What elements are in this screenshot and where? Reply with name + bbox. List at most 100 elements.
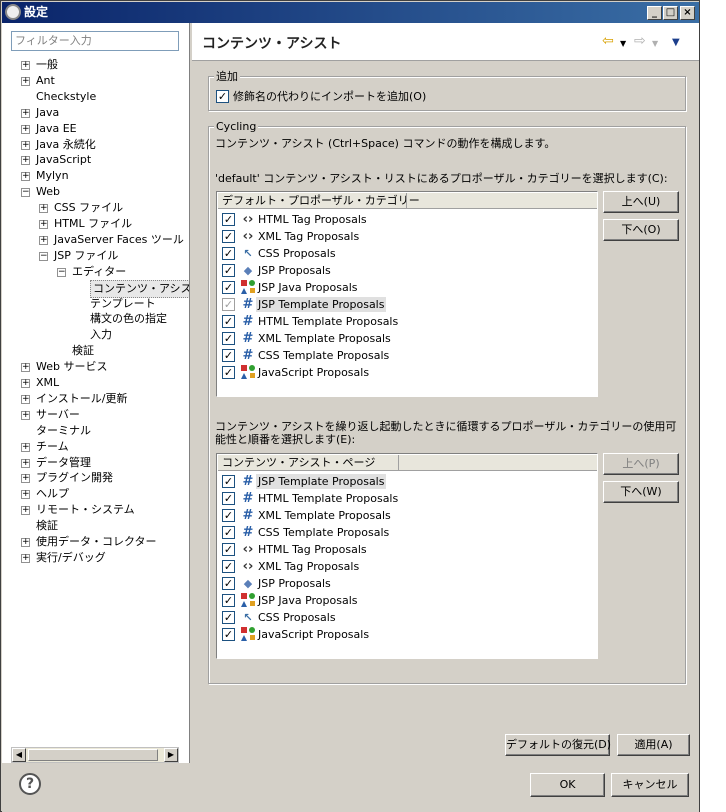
tree-item[interactable]: + JavaScript [2, 152, 189, 168]
tree-item[interactable]: コンテンツ・アシスト [2, 279, 206, 298]
list-item[interactable]: ✓ ◆ JSP Proposals [222, 262, 592, 279]
list-item[interactable]: ✓ ↖ CSS Proposals [222, 245, 592, 262]
move-up-cycle-button[interactable]: 上へ(P) [603, 453, 679, 475]
back-dropdown-icon[interactable]: ▼ [620, 37, 626, 51]
tree-item[interactable]: ターミナル [2, 423, 189, 439]
list-item[interactable]: ✓ # JSP Template Proposals [222, 296, 592, 313]
tree-item[interactable]: + Web サービス [2, 359, 189, 375]
list-item[interactable]: ✓ ‹› HTML Tag Proposals [222, 211, 592, 228]
item-checkbox[interactable]: ✓ [222, 366, 235, 379]
list-item[interactable]: ✓ ‹› XML Tag Proposals [222, 558, 592, 575]
expand-icon[interactable]: + [39, 204, 48, 214]
list-item[interactable]: ✓ ◆ JSP Proposals [222, 575, 592, 592]
column-separator[interactable] [398, 455, 399, 471]
expand-icon[interactable]: + [21, 394, 30, 404]
expand-icon[interactable]: + [21, 156, 30, 166]
tree-item[interactable]: + JavaServer Faces ツール [2, 232, 189, 248]
tree-item[interactable]: + プラグイン開発 [2, 470, 189, 486]
view-menu-icon[interactable]: ▼ [672, 36, 680, 50]
tree-item[interactable]: テンプレート [2, 296, 189, 312]
list-item[interactable]: ✓ JSP Java Proposals [222, 279, 592, 296]
item-checkbox[interactable]: ✓ [222, 315, 235, 328]
tree-item[interactable]: + 実行/デバッグ [2, 550, 189, 566]
item-checkbox[interactable]: ✓ [222, 577, 235, 590]
item-checkbox[interactable]: ✓ [222, 560, 235, 573]
title-bar[interactable]: 設定 _ □ × [2, 2, 699, 23]
add-import-checkbox[interactable]: ✓ [216, 90, 229, 103]
expand-icon[interactable]: + [21, 506, 30, 516]
minimize-button[interactable]: _ [647, 6, 662, 20]
expand-icon[interactable]: + [21, 140, 30, 150]
list-item[interactable]: ✓ ↖ CSS Proposals [222, 609, 592, 626]
default-proposal-list[interactable]: デフォルト・プロポーザル・カテゴリー ✓ ‹› HTML Tag Proposals… [216, 191, 598, 397]
cycle-list-header[interactable]: コンテンツ・アシスト・ページ [218, 455, 597, 471]
tree-item[interactable]: + データ管理 [2, 455, 189, 471]
tree-item[interactable]: 構文の色の指定 [2, 311, 189, 327]
restore-defaults-button[interactable]: デフォルトの復元(D) [505, 734, 611, 756]
forward-arrow-icon[interactable]: ⇨ [634, 34, 646, 48]
move-down-button[interactable]: 下へ(O) [603, 219, 679, 241]
expand-icon[interactable]: + [21, 108, 30, 118]
tree-item[interactable]: + Java [2, 105, 189, 121]
tree-item[interactable]: − Web [2, 184, 189, 200]
list-item[interactable]: ✓ # HTML Template Proposals [222, 313, 592, 330]
item-checkbox[interactable]: ✓ [222, 611, 235, 624]
tree-item[interactable]: + CSS ファイル [2, 200, 189, 216]
tree-item[interactable]: + Java EE [2, 121, 189, 137]
scroll-thumb[interactable] [28, 749, 158, 761]
item-checkbox[interactable]: ✓ [222, 230, 235, 243]
expand-icon[interactable]: + [21, 363, 30, 373]
expand-icon[interactable]: + [21, 61, 30, 70]
tree-item[interactable]: + 一般 [2, 57, 189, 73]
list-item[interactable]: ✓ JavaScript Proposals [222, 626, 592, 643]
cancel-button[interactable]: キャンセル [611, 773, 689, 797]
expand-icon[interactable]: + [21, 442, 30, 452]
move-down-cycle-button[interactable]: 下へ(W) [603, 481, 679, 503]
item-checkbox[interactable]: ✓ [222, 281, 235, 294]
item-checkbox[interactable]: ✓ [222, 492, 235, 505]
expand-icon[interactable]: + [21, 538, 30, 547]
expand-icon[interactable]: + [21, 553, 30, 563]
help-icon[interactable]: ? [19, 773, 41, 795]
expand-icon[interactable]: + [21, 76, 30, 86]
scroll-left-arrow-icon[interactable]: ◀ [12, 748, 26, 762]
tree-item[interactable]: + XML [2, 375, 189, 391]
item-checkbox[interactable]: ✓ [222, 526, 235, 539]
column-separator[interactable] [406, 193, 407, 209]
scroll-right-arrow-icon[interactable]: ▶ [164, 748, 178, 762]
list-item[interactable]: ✓ # XML Template Proposals [222, 507, 592, 524]
expand-icon[interactable]: + [21, 124, 30, 134]
expand-icon[interactable]: + [21, 490, 30, 500]
tree-item[interactable]: 検証 [2, 343, 189, 359]
tree-item[interactable]: + ヘルプ [2, 486, 189, 502]
move-up-button[interactable]: 上へ(U) [603, 191, 679, 213]
tree-item[interactable]: − JSP ファイル [2, 248, 189, 264]
item-checkbox[interactable]: ✓ [222, 628, 235, 641]
maximize-button[interactable]: □ [663, 6, 678, 20]
expand-icon[interactable]: + [21, 458, 30, 468]
tree-item[interactable]: + Java 永続化 [2, 137, 189, 153]
tree-item[interactable]: + チーム [2, 439, 189, 455]
expand-icon[interactable]: + [39, 220, 48, 229]
tree-item[interactable]: 検証 [2, 518, 189, 534]
expand-icon[interactable]: + [21, 474, 30, 484]
tree-item[interactable]: Checkstyle [2, 89, 189, 105]
tree-item[interactable]: + 使用データ・コレクター [2, 534, 189, 550]
close-button[interactable]: × [680, 6, 695, 20]
tree-item[interactable]: + Ant [2, 73, 189, 89]
tree-item[interactable]: 入力 [2, 327, 189, 343]
expand-icon[interactable]: + [39, 235, 48, 245]
tree-item[interactable]: + HTML ファイル [2, 216, 189, 232]
list-item[interactable]: ✓ # HTML Template Proposals [222, 490, 592, 507]
cycle-page-list[interactable]: コンテンツ・アシスト・ページ ✓ # JSP Template Proposals ✓… [216, 453, 598, 659]
tree-item[interactable]: + インストール/更新 [2, 391, 189, 407]
tree-item[interactable]: − エディター [2, 264, 189, 280]
list-item[interactable]: ✓ # CSS Template Proposals [222, 347, 592, 364]
collapse-icon[interactable]: − [21, 188, 30, 198]
list-item[interactable]: ✓ # CSS Template Proposals [222, 524, 592, 541]
tree-item[interactable]: + サーバー [2, 407, 189, 423]
item-checkbox[interactable]: ✓ [222, 332, 235, 345]
item-checkbox[interactable]: ✓ [222, 543, 235, 556]
item-checkbox[interactable]: ✓ [222, 298, 235, 311]
filter-input[interactable]: フィルター入力 [11, 31, 179, 51]
